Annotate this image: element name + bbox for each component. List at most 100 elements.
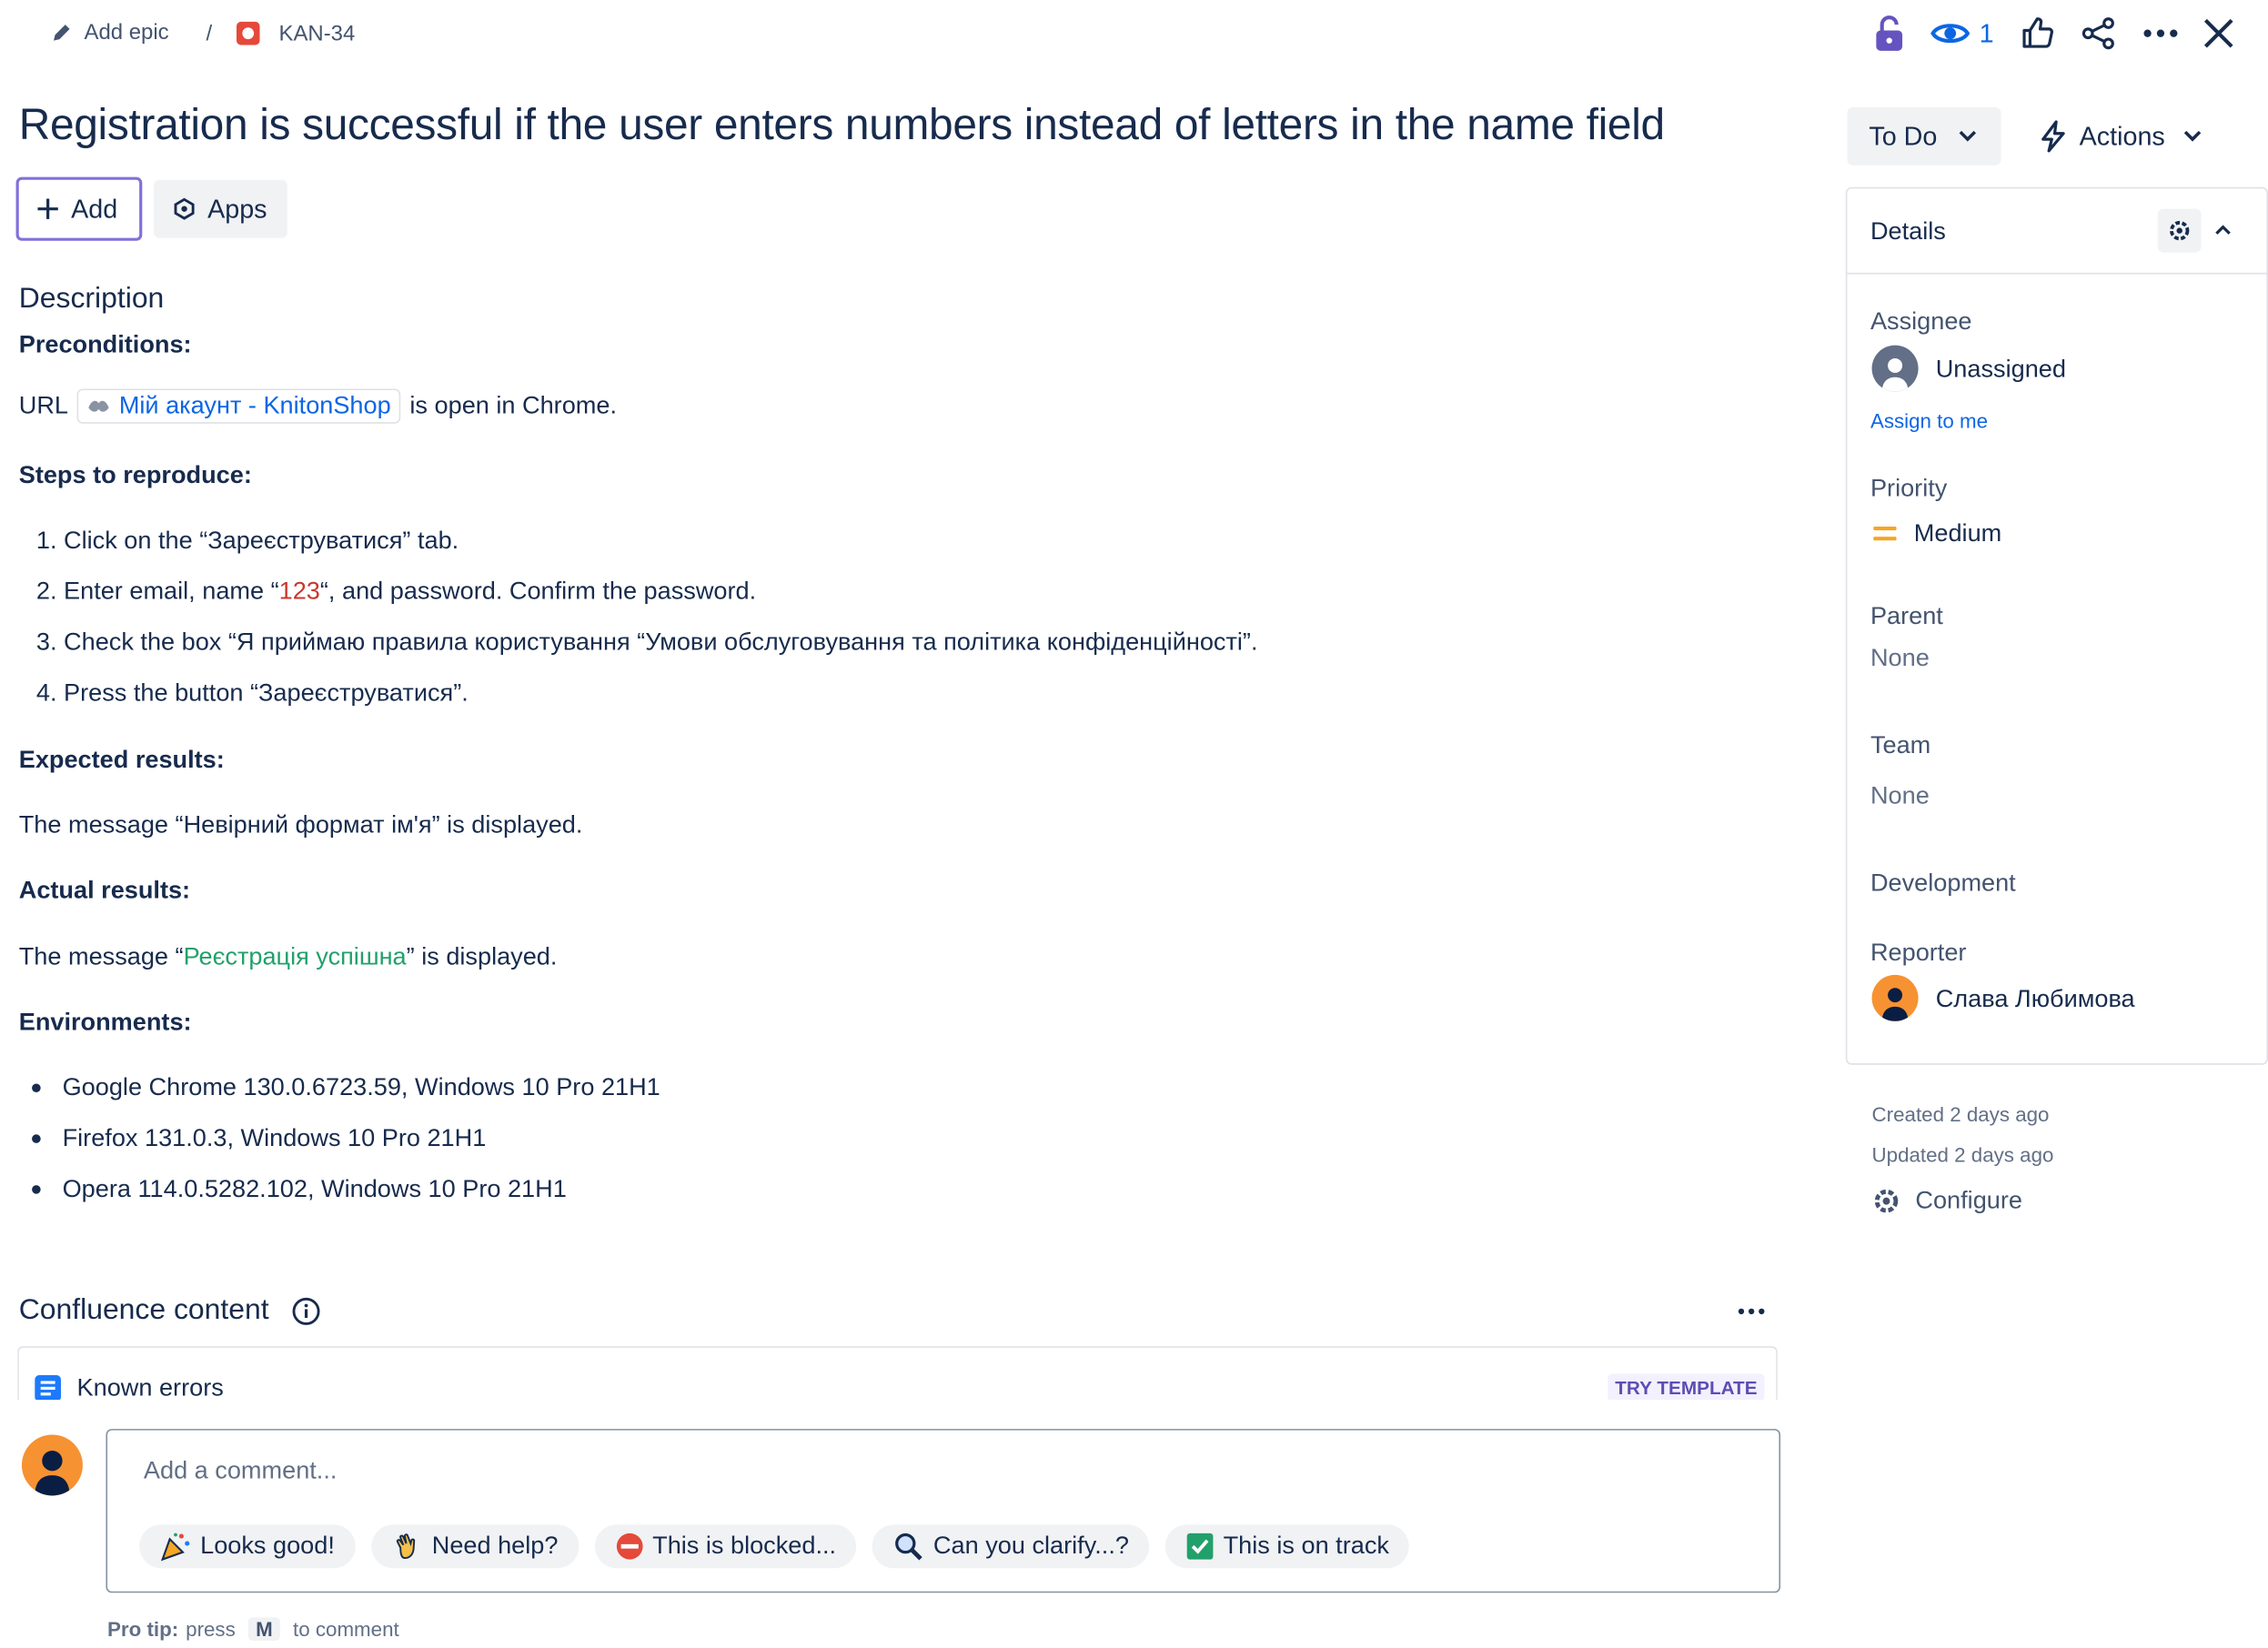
breadcrumb-issue: / KAN-34 xyxy=(206,20,355,46)
smart-link-text: Мій акаунт - KnitonShop xyxy=(118,391,391,419)
preconditions-label: Preconditions: xyxy=(18,330,192,358)
step-text: Press the button “Зареєструватися”. xyxy=(64,678,469,707)
details-header[interactable]: Details xyxy=(1847,188,2267,275)
env-item: Firefox 131.0.3, Windows 10 Pro 21H1 xyxy=(32,1124,486,1153)
no-entry-icon xyxy=(616,1532,642,1560)
assignee-label: Assignee xyxy=(1870,307,1972,336)
magnifier-icon xyxy=(895,1532,923,1561)
chip-clarify[interactable]: Can you clarify...? xyxy=(872,1524,1150,1569)
chevron-up-icon[interactable] xyxy=(2214,224,2232,236)
actions-label: Actions xyxy=(2079,121,2165,151)
watch-count: 1 xyxy=(1979,17,1994,47)
eye-icon xyxy=(1930,24,1971,44)
step-item: 4. Press the button “Зареєструватися”. xyxy=(36,678,469,708)
like-icon[interactable] xyxy=(2020,16,2054,51)
apps-button[interactable]: Apps xyxy=(154,179,287,238)
url-prefix: URL xyxy=(18,391,68,419)
step-text-highlight: 123 xyxy=(278,577,320,606)
bullet xyxy=(32,1134,41,1143)
comment-placeholder[interactable]: Add a comment... xyxy=(144,1456,338,1485)
expected-label: Expected results: xyxy=(18,745,225,774)
chip-need-help[interactable]: Need help? xyxy=(370,1524,579,1569)
details-panel: Details Assignee Unassigned Assign to me… xyxy=(1845,186,2268,1065)
breadcrumb: Add epic xyxy=(49,20,169,45)
apps-icon xyxy=(174,197,195,220)
chip-label: Looks good! xyxy=(200,1532,335,1560)
step-item: 2. Enter email, name “123“, and password… xyxy=(36,578,756,607)
step-item: 3. Check the box “Я приймаю правила кори… xyxy=(36,628,1258,658)
confluence-more-icon[interactable] xyxy=(1737,1304,1766,1319)
env-item: Google Chrome 130.0.6723.59, Windows 10 … xyxy=(32,1073,660,1102)
actual-text-c: ” is displayed. xyxy=(406,942,558,971)
assignee-value[interactable]: Unassigned xyxy=(1936,356,2066,385)
actual-text-a: The message “ xyxy=(18,942,184,971)
pro-tip-suffix: to comment xyxy=(293,1617,399,1641)
team-label: Team xyxy=(1870,730,1931,759)
step-number: 3. xyxy=(35,628,65,656)
environments-label: Environments: xyxy=(18,1008,192,1036)
info-icon[interactable] xyxy=(292,1296,321,1325)
bug-icon xyxy=(237,21,260,45)
gear-icon xyxy=(2170,220,2190,241)
gear-icon xyxy=(1874,1189,1899,1213)
pro-tip-press: press xyxy=(186,1617,236,1641)
confluence-header: Confluence content xyxy=(19,1294,321,1328)
smart-link[interactable]: Мій акаунт - KnitonShop xyxy=(76,388,401,424)
bullet xyxy=(32,1185,41,1194)
assignee-avatar[interactable] xyxy=(1871,345,1919,392)
status-dropdown[interactable]: To Do xyxy=(1847,107,2001,166)
close-icon[interactable] xyxy=(2202,17,2234,49)
actions-dropdown[interactable]: Actions xyxy=(2021,107,2224,166)
status-label: To Do xyxy=(1869,121,1938,151)
add-button[interactable]: Add xyxy=(15,176,143,241)
chip-looks-good[interactable]: Looks good! xyxy=(139,1524,356,1569)
steps-label: Steps to reproduce: xyxy=(18,461,252,489)
details-heading: Details xyxy=(1870,217,1946,246)
env-text: Google Chrome 130.0.6723.59, Windows 10 … xyxy=(62,1073,660,1101)
comment-box[interactable]: Add a comment... Looks good! Need help? … xyxy=(106,1429,1781,1593)
top-actions: 1 xyxy=(1872,15,2235,52)
priority-value[interactable]: Medium xyxy=(1914,519,2001,548)
lock-icon[interactable] xyxy=(1872,15,1907,52)
configure-label: Configure xyxy=(1915,1186,2022,1215)
confluence-item[interactable]: Known errors TRY TEMPLATE xyxy=(17,1346,1778,1401)
chip-label: This is on track xyxy=(1223,1532,1389,1560)
pro-tip-label: Pro tip: xyxy=(107,1617,179,1641)
details-settings-button[interactable] xyxy=(2157,208,2202,253)
parent-value[interactable]: None xyxy=(1870,644,1930,673)
chevron-down-icon xyxy=(2183,130,2202,142)
pencil-icon xyxy=(54,24,70,40)
priority-label: Priority xyxy=(1870,474,1948,502)
team-value[interactable]: None xyxy=(1870,782,1930,811)
url-suffix: is open in Chrome. xyxy=(409,391,617,419)
issue-key-link[interactable]: KAN-34 xyxy=(279,21,356,45)
add-epic-link[interactable]: Add epic xyxy=(85,20,169,45)
issue-title[interactable]: Registration is successful if the user e… xyxy=(19,102,1665,151)
more-icon[interactable] xyxy=(2142,16,2179,51)
assign-to-me-link[interactable]: Assign to me xyxy=(1870,409,1988,433)
share-icon[interactable] xyxy=(2081,16,2115,51)
lightning-icon xyxy=(2041,120,2065,153)
breadcrumb-separator: / xyxy=(206,21,213,46)
confluence-heading: Confluence content xyxy=(18,1293,269,1326)
step-text-a: Enter email, name “ xyxy=(64,577,279,606)
page-icon xyxy=(35,1375,61,1401)
updated-date: Updated 2 days ago xyxy=(1871,1142,2054,1167)
keyboard-key: M xyxy=(248,1617,280,1641)
person-icon xyxy=(1881,988,1909,1021)
try-template-button[interactable]: TRY TEMPLATE xyxy=(1608,1373,1765,1401)
add-button-label: Add xyxy=(71,193,118,223)
chip-label: This is blocked... xyxy=(652,1532,837,1560)
env-text: Firefox 131.0.3, Windows 10 Pro 21H1 xyxy=(62,1124,487,1152)
person-icon xyxy=(1881,357,1909,392)
chip-blocked[interactable]: This is blocked... xyxy=(594,1524,857,1569)
reporter-avatar[interactable] xyxy=(1871,974,1919,1021)
chip-on-track[interactable]: This is on track xyxy=(1164,1524,1410,1569)
quick-replies: Looks good! Need help? This is blocked..… xyxy=(139,1524,1410,1569)
configure-button[interactable]: Configure xyxy=(1872,1187,2022,1216)
watch-button[interactable]: 1 xyxy=(1930,17,1994,48)
site-favicon-icon xyxy=(88,400,109,412)
expected-text: The message “Невірний формат ім'я” is di… xyxy=(18,810,583,839)
reporter-value[interactable]: Слава Любимова xyxy=(1936,985,2135,1014)
actual-text: The message “Реєстрація успішна” is disp… xyxy=(19,943,558,972)
